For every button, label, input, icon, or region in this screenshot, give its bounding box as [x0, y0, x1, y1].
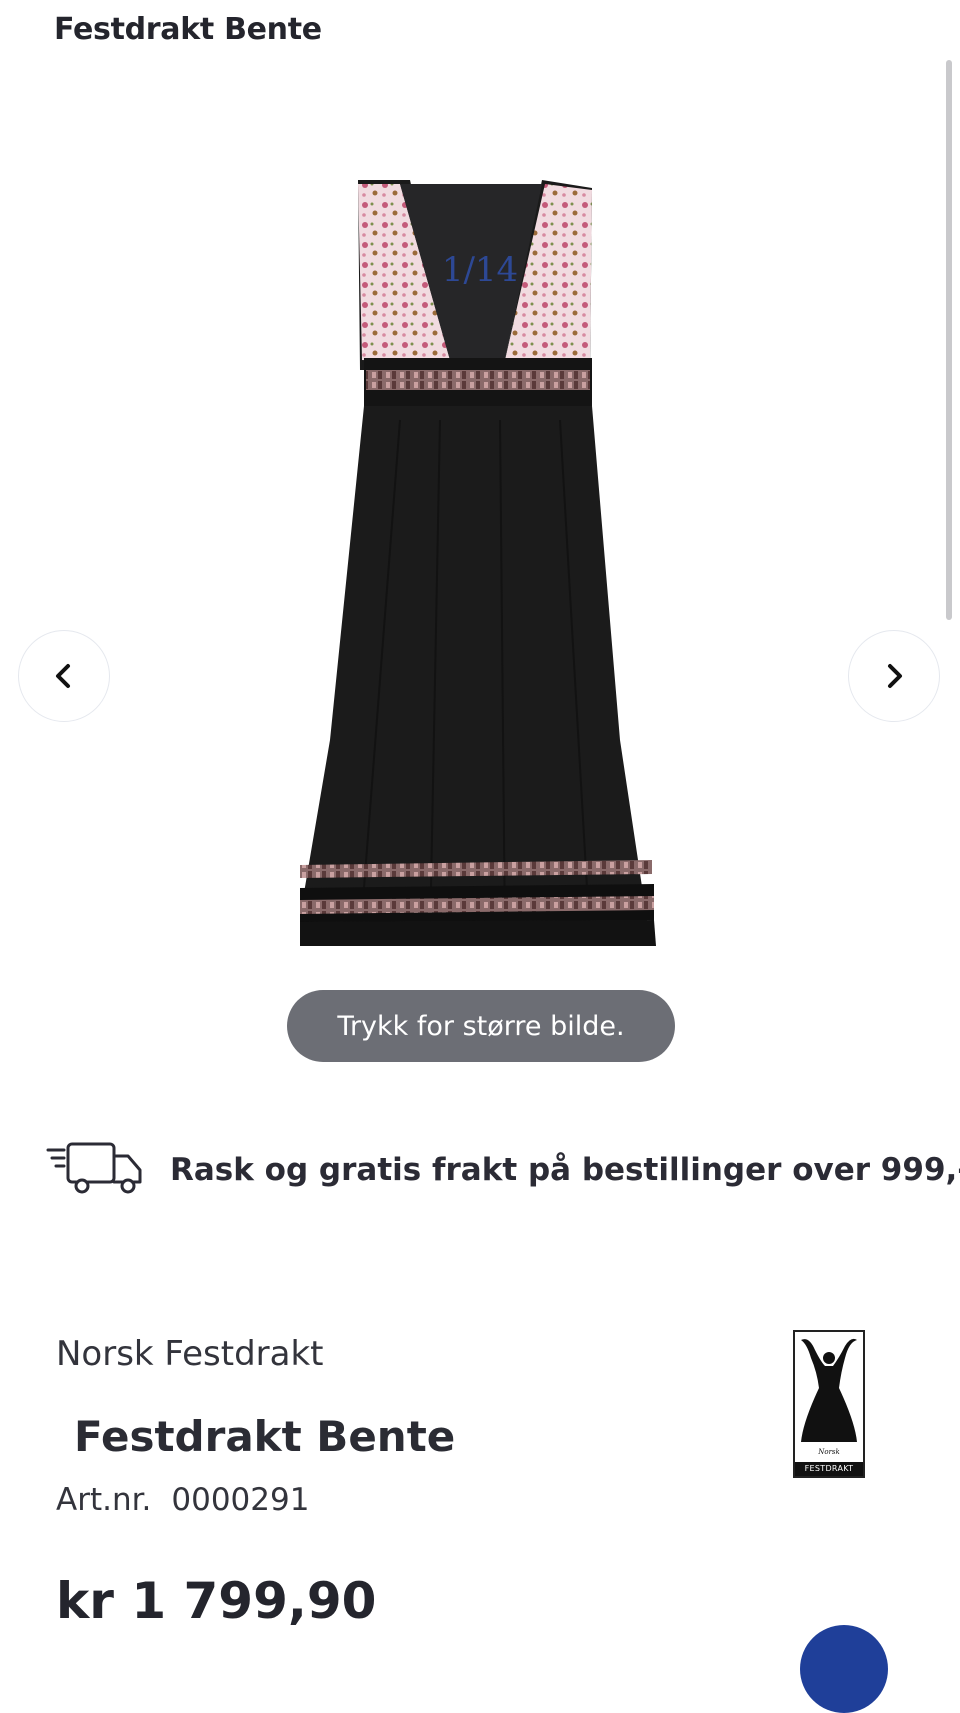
product-image[interactable]	[300, 180, 660, 1060]
product-price: kr 1 799,90	[56, 1572, 377, 1630]
page-title: Festdrakt Bente	[54, 12, 322, 47]
chevron-right-icon	[888, 664, 902, 688]
brand-name[interactable]: Norsk Festdrakt	[56, 1334, 324, 1374]
dancing-woman-logo-icon: Norsk	[801, 1338, 857, 1456]
previous-image-button[interactable]	[18, 630, 110, 722]
enlarge-image-hint[interactable]: Trykk for større bilde.	[287, 990, 675, 1062]
article-number-value: 0000291	[171, 1482, 310, 1518]
delivery-truck-icon	[46, 1142, 142, 1194]
shipping-text: Rask og gratis frakt på bestillinger ove…	[170, 1152, 960, 1188]
product-image-gallery[interactable]: 1/14	[0, 60, 960, 1070]
product-title: Festdrakt Bente	[74, 1412, 456, 1461]
article-number-label: Art.nr.	[56, 1482, 152, 1518]
shipping-banner: Rask og gratis frakt på bestillinger ove…	[46, 1140, 960, 1210]
next-image-button[interactable]	[848, 630, 940, 722]
logo-script: Norsk	[817, 1448, 840, 1456]
image-counter: 1/14	[441, 250, 519, 290]
floating-action-button[interactable]	[800, 1625, 888, 1713]
logo-label: FESTDRAKT	[795, 1462, 863, 1476]
chevron-left-icon	[56, 664, 70, 688]
brand-logo[interactable]: Norsk FESTDRAKT	[793, 1330, 865, 1478]
article-number: Art.nr. 0000291	[56, 1482, 309, 1518]
